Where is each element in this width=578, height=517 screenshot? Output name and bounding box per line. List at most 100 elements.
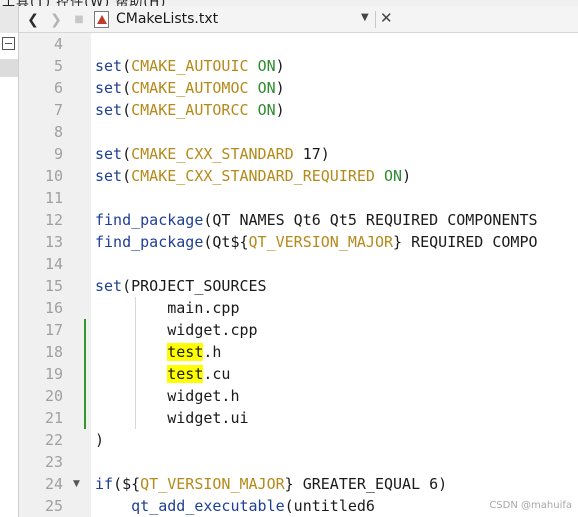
line-number[interactable]: 18 xyxy=(23,341,63,363)
code-token: .h xyxy=(203,343,222,361)
code-editor[interactable]: set(CMAKE_AUTOUIC ON) set(CMAKE_AUTOMOC O… xyxy=(95,33,578,517)
lock-icon[interactable]: ■ xyxy=(72,10,86,29)
line-number[interactable]: 6 xyxy=(23,77,63,99)
line-number[interactable]: 13 xyxy=(23,231,63,253)
file-title[interactable]: CMakeLists.txt xyxy=(116,11,218,27)
line-number[interactable]: 21 xyxy=(23,407,63,429)
line-number-gutter[interactable]: 4 5 6 7 8 9 10 11 12 13 14 15 16 17 18 19 20 21 22 23 24 ▼ 25 xyxy=(19,33,91,517)
code-token: ( xyxy=(122,167,132,185)
line-number[interactable]: 20 xyxy=(23,385,63,407)
code-line[interactable]: widget.h xyxy=(95,385,240,407)
code-line[interactable]: main.cpp xyxy=(95,297,240,319)
code-token: (${ xyxy=(113,475,141,493)
code-token: set xyxy=(95,79,123,97)
code-line[interactable]: if(${QT_VERSION_MAJOR} GREATER_EQUAL 6) xyxy=(95,473,447,495)
code-line[interactable]: ) xyxy=(95,429,104,451)
code-token: ON xyxy=(257,101,276,119)
editor-toolbar: ❮ ❯ ■ CMakeLists.txt ▼ ✕ xyxy=(0,6,578,33)
left-side-pane xyxy=(0,33,19,517)
indent-guide xyxy=(135,297,136,429)
code-token: QT_VERSION_MAJOR xyxy=(140,475,285,493)
line-number[interactable]: 25 xyxy=(23,495,63,517)
line-number[interactable]: 9 xyxy=(23,143,63,165)
code-line[interactable]: find_package(QT NAMES Qt6 Qt5 REQUIRED C… xyxy=(95,209,538,231)
code-token: ( xyxy=(122,101,132,119)
code-token: qt_add_executable xyxy=(131,497,285,515)
arrow-right-icon[interactable]: ❯ xyxy=(47,10,65,29)
arrow-left-icon[interactable]: ❮ xyxy=(24,10,42,29)
close-icon[interactable]: ✕ xyxy=(380,9,393,27)
line-number[interactable]: 17 xyxy=(23,319,63,341)
search-highlight: test xyxy=(167,365,204,383)
code-token: ( xyxy=(122,57,132,75)
code-token: widget.h xyxy=(95,387,240,405)
code-token: set xyxy=(95,145,123,163)
code-token: 17) xyxy=(293,145,330,163)
line-number[interactable]: 8 xyxy=(23,121,63,143)
line-number[interactable]: 15 xyxy=(23,275,63,297)
code-token: ( xyxy=(122,145,132,163)
code-line[interactable]: widget.ui xyxy=(95,407,249,429)
change-marker xyxy=(84,385,86,407)
line-number[interactable]: 14 xyxy=(23,253,63,275)
chevron-down-icon[interactable]: ▼ xyxy=(361,12,369,23)
code-token: (Qt${ xyxy=(203,233,249,251)
search-highlight: test xyxy=(167,343,204,361)
watermark: CSDN @mahuifa xyxy=(489,500,572,511)
line-number[interactable]: 7 xyxy=(23,99,63,121)
line-number[interactable]: 4 xyxy=(23,33,63,55)
cmake-file-icon xyxy=(94,11,109,28)
code-line[interactable]: set(CMAKE_CXX_STANDARD_REQUIRED ON) xyxy=(95,165,411,187)
code-line[interactable]: set(CMAKE_CXX_STANDARD 17) xyxy=(95,143,330,165)
code-token: ) xyxy=(275,101,285,119)
code-token: } GREATER_EQUAL 6) xyxy=(284,475,448,493)
left-pane-selected-item[interactable] xyxy=(0,59,18,77)
code-token: ON xyxy=(384,167,403,185)
line-number[interactable]: 5 xyxy=(23,55,63,77)
line-number[interactable]: 23 xyxy=(23,451,63,473)
code-token: widget.ui xyxy=(95,409,249,427)
code-token: ) xyxy=(402,167,412,185)
code-token: set xyxy=(95,277,123,295)
change-marker xyxy=(84,319,86,341)
code-token: (PROJECT_SOURCES xyxy=(122,277,267,295)
code-line[interactable]: set(CMAKE_AUTORCC ON) xyxy=(95,99,285,121)
code-line[interactable]: set(PROJECT_SOURCES xyxy=(95,275,267,297)
code-line[interactable]: find_package(Qt${QT_VERSION_MAJOR} REQUI… xyxy=(95,231,538,253)
code-line[interactable]: set(CMAKE_AUTOMOC ON) xyxy=(95,77,285,99)
code-token: CMAKE_AUTOMOC xyxy=(131,79,249,97)
code-token: .cu xyxy=(203,365,231,383)
toolbar-divider xyxy=(375,11,376,28)
code-line[interactable]: test.h xyxy=(95,341,221,363)
fold-arrow-icon[interactable]: ▼ xyxy=(73,473,80,495)
code-line[interactable]: set(CMAKE_AUTOUIC ON) xyxy=(95,55,285,77)
line-number[interactable]: 12 xyxy=(23,209,63,231)
change-marker xyxy=(84,407,86,429)
line-number[interactable]: 10 xyxy=(23,165,63,187)
code-token: main.cpp xyxy=(95,299,240,317)
change-marker xyxy=(84,363,86,385)
code-token: CMAKE_AUTOUIC xyxy=(131,57,249,75)
code-token: ON xyxy=(257,57,276,75)
code-line[interactable]: qt_add_executable(untitled6 xyxy=(95,495,375,517)
code-token: if xyxy=(95,475,114,493)
line-number[interactable]: 11 xyxy=(23,187,63,209)
code-token: find_package xyxy=(95,233,204,251)
change-marker xyxy=(84,341,86,363)
line-number[interactable]: 19 xyxy=(23,363,63,385)
code-token: widget.cpp xyxy=(95,321,258,339)
code-token: (QT NAMES Qt6 Qt5 REQUIRED COMPONENTS xyxy=(203,211,538,229)
line-number[interactable]: 16 xyxy=(23,297,63,319)
code-line[interactable]: widget.cpp xyxy=(95,319,258,341)
code-token: ) xyxy=(275,57,285,75)
line-number[interactable]: 22 xyxy=(23,429,63,451)
code-token: } REQUIRED COMPO xyxy=(393,233,538,251)
collapse-icon[interactable] xyxy=(2,37,15,50)
code-line[interactable]: test.cu xyxy=(95,363,230,385)
line-number[interactable]: 24 xyxy=(23,473,63,495)
code-token: CMAKE_AUTORCC xyxy=(131,101,249,119)
